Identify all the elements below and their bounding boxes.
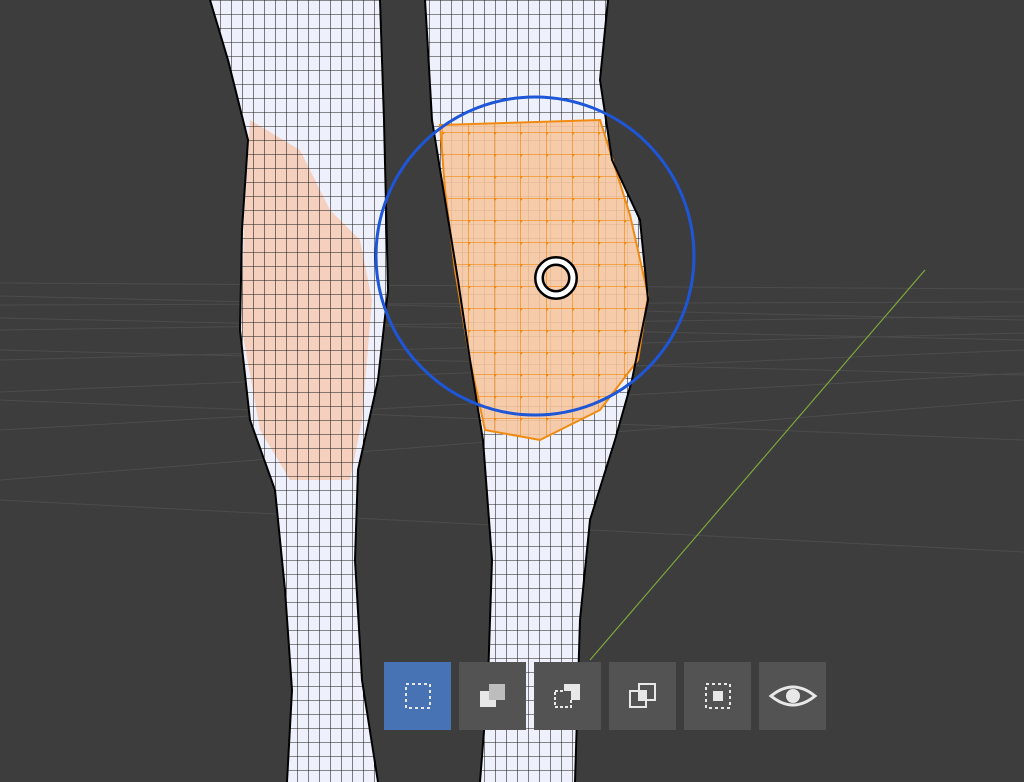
dashed-box-icon	[404, 683, 431, 709]
union-squares-icon	[479, 684, 505, 707]
subtract-squares-icon	[553, 684, 580, 708]
select-extend-button[interactable]	[459, 662, 526, 730]
toggle-xray-button[interactable]	[759, 662, 826, 730]
selection-mode-toolbar	[384, 662, 826, 730]
select-box-set-button[interactable]	[384, 662, 451, 730]
invert-squares-icon	[704, 683, 731, 709]
select-subtract-button[interactable]	[534, 662, 601, 730]
intersect-squares-icon	[628, 683, 656, 708]
left-leg-mesh[interactable]	[200, 0, 400, 782]
select-intersect-button[interactable]	[609, 662, 676, 730]
eye-icon	[768, 685, 817, 707]
select-invert-button[interactable]	[684, 662, 751, 730]
